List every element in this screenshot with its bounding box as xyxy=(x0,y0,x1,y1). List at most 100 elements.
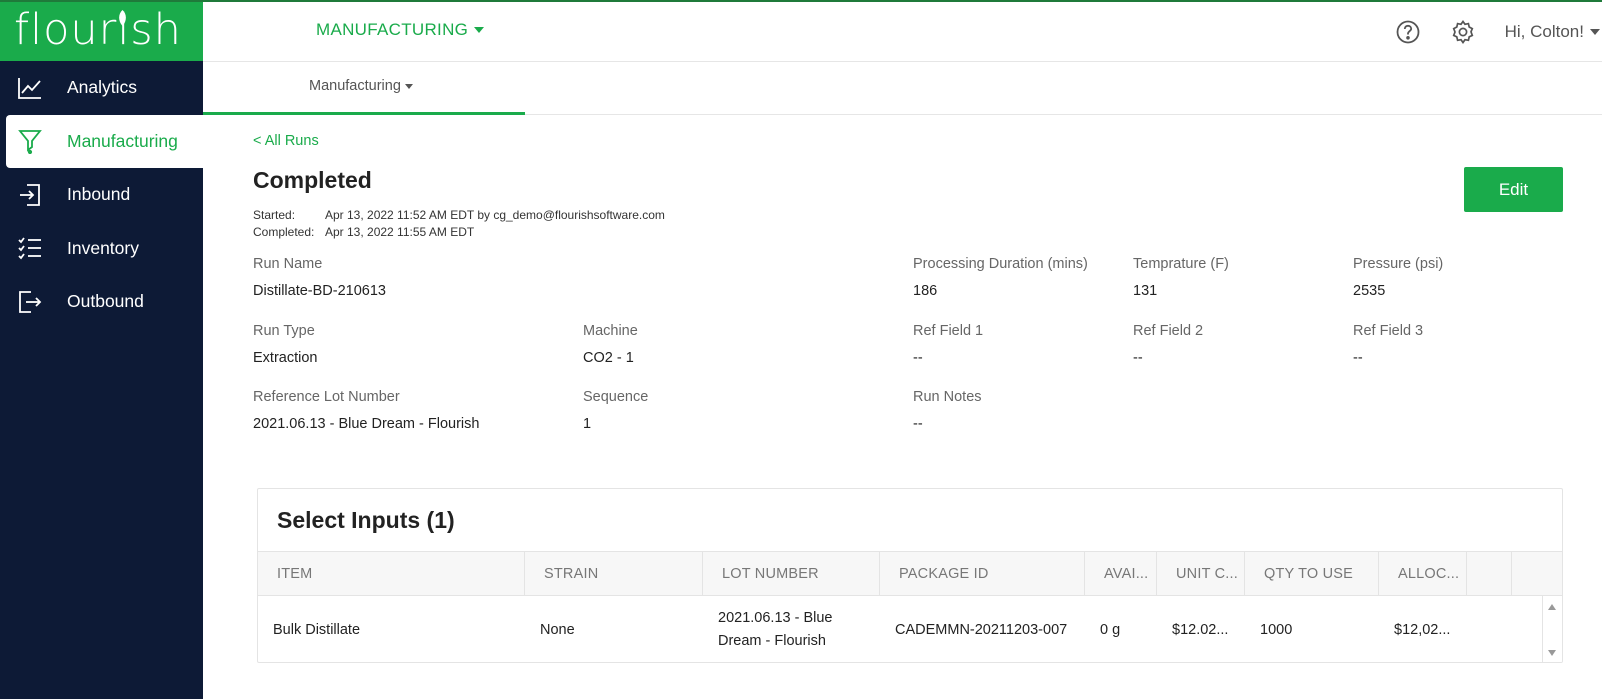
field-run-type: Run Type Extraction xyxy=(253,323,317,366)
field-label: Ref Field 1 xyxy=(913,323,984,339)
run-detail: < All Runs Completed Edit Started: Apr 1… xyxy=(203,115,1602,699)
top-accent-line xyxy=(0,0,1602,2)
field-run-notes: Run Notes -- xyxy=(913,389,982,432)
cell-item: Bulk Distillate xyxy=(273,621,361,638)
cell-unit-cost: $12.02... xyxy=(1172,621,1229,638)
sub-navigation: Manufacturing xyxy=(203,62,1602,115)
field-label: Run Name xyxy=(253,256,323,272)
logo-text: flourish xyxy=(14,5,182,55)
help-circle-icon[interactable] xyxy=(1395,19,1421,45)
column-header-strain[interactable]: STRAIN xyxy=(525,552,703,596)
page-title: Completed xyxy=(253,167,372,193)
field-sequence: Sequence 1 xyxy=(583,389,648,432)
line-chart-icon xyxy=(18,77,41,99)
completed-value: Apr 13, 2022 11:55 AM EDT xyxy=(325,225,475,239)
sidebar-item-label: Analytics xyxy=(67,77,138,98)
column-header-qty-to-use[interactable]: QTY TO USE xyxy=(1245,552,1379,596)
field-value: -- xyxy=(1353,350,1363,366)
field-machine: Machine CO2 - 1 xyxy=(583,323,638,366)
module-dropdown[interactable]: MANUFACTURING xyxy=(316,20,485,40)
module-dropdown-label: MANUFACTURING xyxy=(316,20,469,39)
field-pressure: Pressure (psi) 2535 xyxy=(1353,256,1443,299)
field-label: Run Notes xyxy=(913,389,982,405)
cell-lot-number: 2021.06.13 - Blue Dream - Flourish xyxy=(718,610,833,649)
select-inputs-card: Select Inputs (1) ITEM STRAIN LOT NUMBER… xyxy=(257,488,1563,663)
field-ref-field-2: Ref Field 2 -- xyxy=(1133,323,1203,366)
user-greeting: Hi, Colton! xyxy=(1504,22,1584,41)
field-value: 131 xyxy=(1133,283,1158,299)
top-header: MANUFACTURING Hi, Colton! xyxy=(203,2,1602,62)
tab-manufacturing-dropdown[interactable]: Manufacturing xyxy=(309,78,413,94)
field-value: CO2 - 1 xyxy=(583,350,634,366)
table-scrollbar[interactable] xyxy=(1542,596,1562,662)
field-reference-lot-number: Reference Lot Number 2021.06.13 - Blue D… xyxy=(253,389,479,432)
started-value: Apr 13, 2022 11:52 AM EDT by cg_demo@flo… xyxy=(325,208,665,222)
cell-strain: None xyxy=(540,621,575,638)
field-label: Processing Duration (mins) xyxy=(913,256,1088,272)
field-ref-field-1: Ref Field 1 -- xyxy=(913,323,983,366)
field-label: Machine xyxy=(583,323,638,339)
field-value: 2021.06.13 - Blue Dream - Flourish xyxy=(253,416,480,432)
sidebar-item-label: Manufacturing xyxy=(67,130,178,151)
chevron-down-icon xyxy=(1590,29,1600,35)
edit-button[interactable]: Edit xyxy=(1464,167,1563,212)
cell-allocated: $12,02... xyxy=(1394,621,1451,638)
scroll-down-icon[interactable] xyxy=(1548,650,1556,656)
logo[interactable]: flourish xyxy=(0,0,203,61)
gear-icon[interactable] xyxy=(1450,19,1476,45)
chevron-down-icon xyxy=(474,27,485,33)
field-processing-duration: Processing Duration (mins) 186 xyxy=(913,256,1088,299)
field-value: 2535 xyxy=(1353,283,1386,299)
checklist-icon xyxy=(18,237,41,260)
field-label: Pressure (psi) xyxy=(1353,256,1444,272)
field-label: Temprature (F) xyxy=(1133,256,1229,272)
sidebar-item-label: Outbound xyxy=(67,291,144,312)
column-header-item[interactable]: ITEM xyxy=(258,552,525,596)
column-header-lot-number[interactable]: LOT NUMBER xyxy=(703,552,880,596)
column-header-spacer xyxy=(1467,552,1512,596)
cell-qty-to-use: 1000 xyxy=(1260,621,1293,638)
cell-package-id: CADEMMN-20211203-007 xyxy=(895,621,1068,638)
tab-label: Manufacturing xyxy=(309,78,401,94)
field-label: Run Type xyxy=(253,323,315,339)
field-value: Distillate-BD-210613 xyxy=(253,283,386,299)
sign-out-icon xyxy=(19,290,42,313)
sidebar-item-label: Inbound xyxy=(67,184,131,205)
table-header: ITEM STRAIN LOT NUMBER PACKAGE ID AVAI..… xyxy=(258,551,1562,596)
sidebar-item-inbound[interactable]: Inbound xyxy=(0,168,203,222)
chevron-down-icon xyxy=(404,83,413,89)
leaf-icon xyxy=(119,10,126,26)
field-temperature: Temprature (F) 131 xyxy=(1133,256,1229,299)
column-header-unit-cost[interactable]: UNIT C... xyxy=(1157,552,1245,596)
column-header-available[interactable]: AVAI... xyxy=(1085,552,1157,596)
field-run-name: Run Name Distillate-BD-210613 xyxy=(253,256,386,299)
sidebar-item-analytics[interactable]: Analytics xyxy=(0,61,203,115)
table-row[interactable]: Bulk Distillate None 2021.06.13 - Blue D… xyxy=(258,596,1562,662)
header-actions: Hi, Colton! xyxy=(1395,2,1602,62)
sidebar-nav: Analytics Manufacturing Inbound Inventor… xyxy=(0,61,203,329)
sidebar-item-inventory[interactable]: Inventory xyxy=(0,222,203,276)
started-label: Started: xyxy=(253,208,296,222)
scroll-up-icon[interactable] xyxy=(1548,604,1556,610)
sidebar-item-manufacturing[interactable]: Manufacturing xyxy=(6,114,203,168)
sidebar-item-outbound[interactable]: Outbound xyxy=(0,275,203,329)
column-header-allocated[interactable]: ALLOC... xyxy=(1379,552,1467,596)
field-label: Reference Lot Number xyxy=(253,389,400,405)
cell-available: 0 g xyxy=(1100,621,1121,638)
started-meta: Started: Apr 13, 2022 11:52 AM EDT by cg… xyxy=(253,208,665,222)
field-label: Ref Field 2 xyxy=(1133,323,1204,339)
field-ref-field-3: Ref Field 3 -- xyxy=(1353,323,1423,366)
user-menu[interactable]: Hi, Colton! xyxy=(1505,22,1600,42)
tab-manufacturing[interactable]: Manufacturing xyxy=(203,62,525,115)
field-value: -- xyxy=(913,416,923,432)
field-label: Ref Field 3 xyxy=(1353,323,1424,339)
field-value: -- xyxy=(913,350,923,366)
sidebar-item-label: Inventory xyxy=(67,237,139,258)
field-value: Extraction xyxy=(253,350,318,366)
column-header-package-id[interactable]: PACKAGE ID xyxy=(880,552,1085,596)
completed-meta: Completed: Apr 13, 2022 11:55 AM EDT xyxy=(253,225,474,239)
all-runs-link[interactable]: < All Runs xyxy=(253,133,319,149)
field-value: -- xyxy=(1133,350,1143,366)
completed-label: Completed: xyxy=(253,225,315,239)
sidebar: flourish Analytics Manufacturing Inbound xyxy=(0,0,203,699)
